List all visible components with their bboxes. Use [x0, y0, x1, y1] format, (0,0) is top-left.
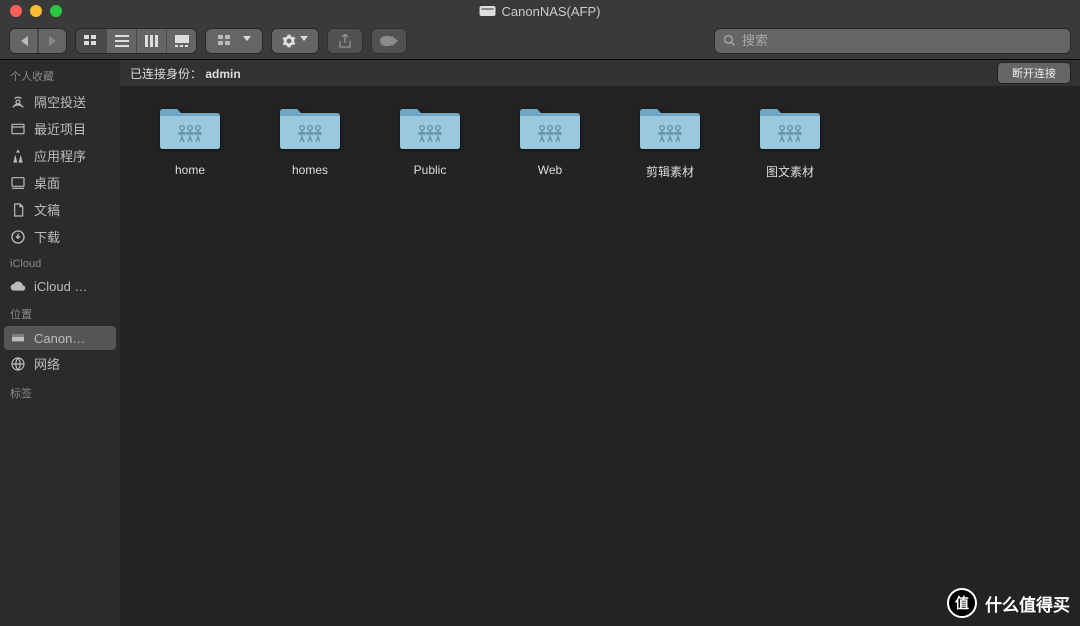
grid-icon	[218, 35, 232, 47]
folder-label: home	[175, 163, 205, 177]
sidebar-item-label: 网络	[34, 354, 60, 373]
gear-icon	[282, 34, 296, 48]
connected-user: admin	[205, 67, 240, 81]
server-icon	[480, 6, 496, 16]
titlebar: CanonNAS(AFP)	[0, 0, 1080, 22]
folder-item[interactable]: Web	[490, 104, 610, 180]
shared-folder-icon	[158, 104, 222, 155]
sidebar-item-label: iCloud …	[34, 279, 87, 294]
sidebar: 个人收藏隔空投送最近项目应用程序桌面文稿下载 iCloud iCloud … 位置 Ca…	[0, 60, 120, 626]
sidebar-item-label: 下载	[34, 227, 60, 246]
sidebar-item-label: 最近项目	[34, 119, 86, 138]
folder-label: homes	[292, 163, 328, 177]
disconnect-button[interactable]: 断开连接	[998, 63, 1070, 83]
server-icon	[10, 330, 26, 346]
sidebar-item-downloads[interactable]: 下载	[0, 223, 120, 250]
action-button[interactable]	[272, 29, 318, 53]
folder-item[interactable]: Public	[370, 104, 490, 180]
sidebar-item-airdrop[interactable]: 隔空投送	[0, 88, 120, 115]
arrange-button[interactable]	[206, 29, 262, 53]
folder-item[interactable]: home	[130, 104, 250, 180]
chevron-down-icon	[243, 36, 251, 46]
list-view-button[interactable]	[106, 29, 136, 53]
window-title-text: CanonNAS(AFP)	[502, 4, 601, 19]
back-button[interactable]	[10, 29, 38, 53]
folder-label: Public	[414, 163, 447, 177]
tag-icon	[380, 36, 398, 46]
folder-label: 图文素材	[766, 163, 814, 180]
search-field[interactable]	[715, 29, 1070, 53]
share-icon	[339, 34, 351, 48]
window-controls	[0, 5, 62, 17]
sidebar-item-desktop[interactable]: 桌面	[0, 169, 120, 196]
gallery-view-button[interactable]	[166, 29, 196, 53]
nav-buttons	[10, 29, 66, 53]
sidebar-item-label: 应用程序	[34, 146, 86, 165]
shared-folder-icon	[398, 104, 462, 155]
sidebar-item-label: Canon…	[34, 331, 85, 346]
sidebar-item-server[interactable]: Canon…	[4, 326, 116, 350]
icon-view-button[interactable]	[76, 29, 106, 53]
search-input[interactable]	[742, 33, 1062, 48]
connected-as-label: 已连接身份：	[130, 67, 202, 81]
shared-folder-icon	[758, 104, 822, 155]
shared-folder-icon	[518, 104, 582, 155]
downloads-icon	[10, 229, 26, 245]
search-icon	[723, 34, 736, 47]
minimize-window-button[interactable]	[30, 5, 42, 17]
apps-icon	[10, 148, 26, 164]
airdrop-icon	[10, 94, 26, 110]
network-icon	[10, 356, 26, 372]
sidebar-item-docs[interactable]: 文稿	[0, 196, 120, 223]
view-switcher	[76, 29, 196, 53]
sidebar-section-header: 位置	[0, 298, 120, 326]
close-window-button[interactable]	[10, 5, 22, 17]
tags-button[interactable]	[372, 29, 406, 53]
shared-folder-icon	[278, 104, 342, 155]
folder-item[interactable]: homes	[250, 104, 370, 180]
sidebar-item-apps[interactable]: 应用程序	[0, 142, 120, 169]
folder-grid[interactable]: home homes Public Web 剪辑素材 图文素材	[120, 86, 1080, 198]
column-view-button[interactable]	[136, 29, 166, 53]
chevron-left-icon	[21, 36, 28, 46]
sidebar-item-cloud[interactable]: iCloud …	[0, 274, 120, 298]
sidebar-item-network[interactable]: 网络	[0, 350, 120, 377]
chevron-right-icon	[49, 36, 56, 46]
main-content: 已连接身份： admin 断开连接 home homes Public Web 剪辑素材…	[120, 60, 1080, 626]
connection-bar: 已连接身份： admin 断开连接	[120, 60, 1080, 86]
sidebar-item-label: 隔空投送	[34, 92, 86, 111]
sidebar-section-header: 个人收藏	[0, 60, 120, 88]
desktop-icon	[10, 175, 26, 191]
share-button[interactable]	[328, 29, 362, 53]
folder-label: 剪辑素材	[646, 163, 694, 180]
recents-icon	[10, 121, 26, 137]
sidebar-item-recents[interactable]: 最近项目	[0, 115, 120, 142]
toolbar	[0, 22, 1080, 60]
docs-icon	[10, 202, 26, 218]
folder-label: Web	[538, 163, 562, 177]
forward-button[interactable]	[38, 29, 66, 53]
folder-item[interactable]: 图文素材	[730, 104, 850, 180]
folder-item[interactable]: 剪辑素材	[610, 104, 730, 180]
window-title: CanonNAS(AFP)	[480, 4, 601, 19]
sidebar-item-label: 桌面	[34, 173, 60, 192]
shared-folder-icon	[638, 104, 702, 155]
chevron-down-icon	[300, 36, 308, 46]
sidebar-section-header: iCloud	[0, 250, 120, 274]
zoom-window-button[interactable]	[50, 5, 62, 17]
cloud-icon	[10, 278, 26, 294]
sidebar-section-header: 标签	[0, 377, 120, 405]
sidebar-item-label: 文稿	[34, 200, 60, 219]
